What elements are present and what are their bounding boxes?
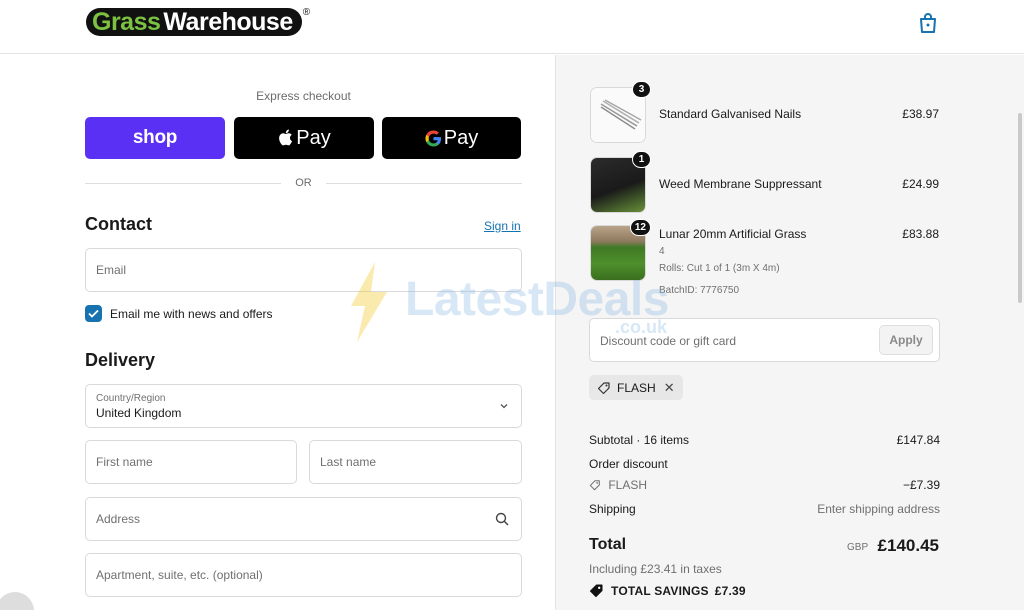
checkout-form-column: Express checkout shop Pay Pay OR Contact… (0, 55, 555, 610)
country-value: United Kingdom (96, 406, 182, 420)
discount-placeholder: Discount code or gift card (600, 334, 737, 348)
google-g-icon (425, 129, 441, 147)
apple-pay-label: Pay (296, 126, 331, 149)
country-label: Country/Region (96, 393, 166, 404)
total-savings: TOTAL SAVINGS £7.39 (589, 583, 746, 598)
currency-code: GBP (847, 542, 869, 553)
item-batch-id: BatchID: 7776750 (659, 285, 740, 296)
product-thumbnail-membrane: 1 (590, 151, 651, 213)
item-price: £83.88 (902, 227, 939, 241)
applied-code-text: FLASH (617, 380, 656, 395)
discount-code-field[interactable]: Discount code or gift card Apply (589, 318, 940, 362)
subtotal-row: Subtotal · 16 items £147.84 (589, 433, 940, 447)
taxes-note: Including £23.41 in taxes (589, 562, 722, 576)
tag-icon (597, 381, 610, 394)
logo-registered-mark: ® (302, 7, 311, 18)
apply-discount-button[interactable]: Apply (879, 325, 933, 355)
scrollbar[interactable] (1018, 113, 1022, 303)
last-name-placeholder: Last name (320, 455, 377, 469)
remove-discount-icon[interactable]: ✕ (664, 380, 675, 396)
quantity-badge: 1 (632, 151, 651, 168)
savings-tag-icon (589, 584, 603, 598)
discount-code-row: FLASH −£7.39 (589, 478, 940, 492)
total-label: Total (589, 536, 627, 553)
apple-icon (279, 129, 293, 145)
subtotal-label: Subtotal · 16 items (589, 433, 690, 447)
item-name: Weed Membrane Suppressant (659, 177, 822, 191)
email-placeholder: Email (96, 263, 127, 277)
or-divider: OR (85, 175, 522, 191)
applied-discount-chip: FLASH ✕ (589, 375, 683, 400)
shopping-bag-icon[interactable] (918, 12, 938, 34)
total-value: £140.45 (877, 536, 939, 555)
discount-code-label: FLASH (608, 478, 648, 492)
grass-warehouse-logo[interactable]: Grass Warehouse ® (86, 7, 311, 38)
last-name-field[interactable]: Last name (309, 440, 522, 484)
tag-icon (589, 480, 600, 491)
savings-value: £7.39 (714, 583, 746, 598)
savings-label: TOTAL SAVINGS (611, 583, 709, 598)
address-placeholder: Address (96, 512, 141, 526)
order-discount-label: Order discount (589, 457, 668, 471)
item-price: £38.97 (902, 107, 939, 121)
logo-wordmark: Grass Warehouse (86, 8, 302, 36)
divider-line (325, 182, 522, 184)
search-icon[interactable] (495, 512, 509, 526)
shop-pay-label: shop (132, 127, 178, 148)
quantity-badge: 12 (629, 219, 651, 236)
delivery-heading: Delivery (85, 350, 156, 370)
sign-in-link[interactable]: Sign in (484, 219, 521, 233)
item-name: Lunar 20mm Artificial Grass (659, 227, 807, 241)
item-quantity-detail: 4 (659, 246, 665, 257)
order-discount-row: Order discount (589, 457, 940, 471)
quantity-badge: 3 (632, 81, 651, 98)
shipping-row: Shipping Enter shipping address (589, 502, 940, 516)
first-name-placeholder: First name (96, 455, 153, 469)
or-text: OR (295, 177, 312, 189)
discount-value: −£7.39 (902, 478, 940, 492)
logo-part-grass: Grass (92, 7, 161, 36)
product-thumbnail-grass: 12 (590, 219, 651, 281)
order-summary-column: 3 Standard Galvanised Nails £38.97 1 Wee… (555, 55, 1024, 610)
item-price: £24.99 (902, 177, 939, 191)
apartment-placeholder: Apartment, suite, etc. (optional) (96, 568, 263, 582)
checkmark-icon (88, 309, 99, 318)
logo-part-warehouse: Warehouse (163, 7, 293, 36)
first-name-field[interactable]: First name (85, 440, 297, 484)
item-roll-detail: Rolls: Cut 1 of 1 (3m X 4m) (659, 263, 780, 274)
apple-pay-button[interactable]: Pay (234, 117, 374, 159)
newsletter-label: Email me with news and offers (110, 306, 273, 321)
google-pay-label: Pay (443, 126, 479, 149)
contact-heading: Contact (85, 214, 152, 234)
address-field[interactable]: Address (85, 497, 522, 541)
subtotal-value: £147.84 (896, 433, 940, 447)
apartment-field[interactable]: Apartment, suite, etc. (optional) (85, 553, 522, 597)
divider-line (85, 182, 282, 184)
shipping-value: Enter shipping address (817, 502, 940, 516)
google-pay-button[interactable]: Pay (382, 117, 521, 159)
country-select[interactable]: Country/Region United Kingdom (85, 384, 522, 428)
express-checkout-label: Express checkout (256, 89, 351, 103)
shop-pay-button[interactable]: shop (85, 117, 225, 159)
item-name: Standard Galvanised Nails (659, 107, 802, 121)
email-field[interactable]: Email (85, 248, 522, 292)
product-thumbnail-nails: 3 (590, 81, 651, 143)
shipping-label: Shipping (589, 502, 636, 516)
newsletter-option[interactable]: Email me with news and offers (85, 305, 273, 322)
chevron-down-icon (500, 404, 508, 409)
newsletter-checkbox[interactable] (85, 305, 102, 322)
site-header: Grass Warehouse ® (0, 0, 1024, 54)
